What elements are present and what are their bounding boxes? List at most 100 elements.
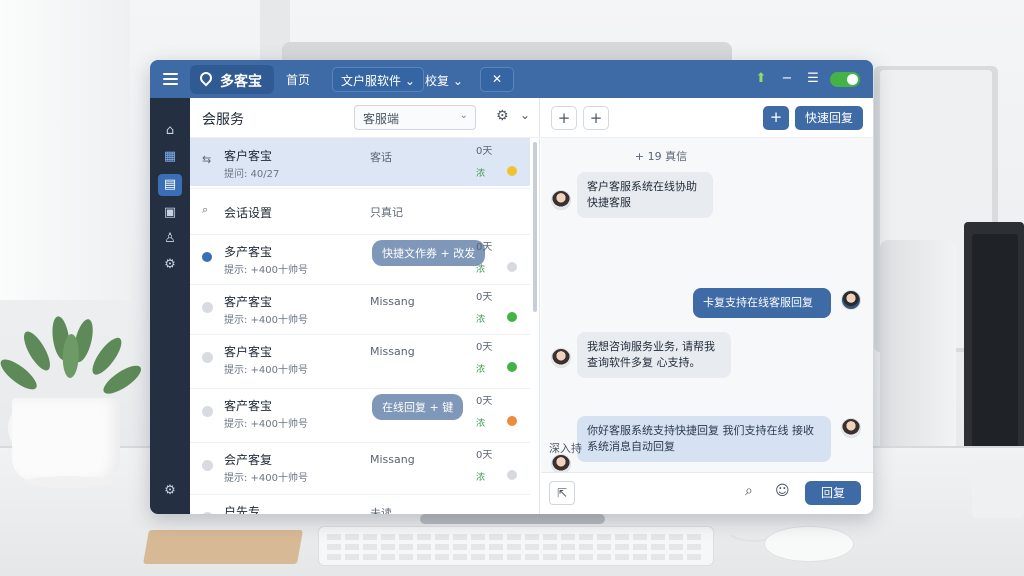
conversation-tag: 浓: [476, 473, 486, 483]
conversation-subtitle: 提示: +400十帅号: [224, 473, 309, 484]
conversation-subtitle: 提示: +400十帅号: [224, 419, 309, 430]
avatar: [841, 290, 861, 310]
gear-icon[interactable]: ⚙: [496, 108, 509, 124]
row-divider: [190, 442, 530, 443]
conversation-preview: Missang: [370, 453, 415, 466]
read-dot-icon: [202, 512, 213, 514]
message-bubble-incoming: 客户客服系统在线协助快捷客服: [577, 172, 713, 218]
plant-leaf: [62, 333, 80, 379]
read-dot-icon: [202, 302, 213, 313]
list-title: 会服务: [202, 112, 244, 128]
reply-button[interactable]: 回复: [805, 481, 861, 505]
conversation-row[interactable]: 客产客宝 提示: +400十帅号 在线回复 + 键 0天浓: [190, 388, 530, 436]
chat-pane: + + + 快速回复 + 19 真信 客户客服系统在线协助快捷客服 卡复支持在线…: [541, 98, 873, 514]
minimize-icon[interactable]: −: [778, 70, 796, 88]
conversation-row[interactable]: ⌕ 会话设置 只真记: [190, 188, 530, 236]
keyboard-row: [327, 544, 705, 550]
filter-dropdown[interactable]: 客服端 ⌄: [354, 105, 476, 130]
conversation-preview-bubble: 在线回复 + 键: [372, 394, 464, 420]
conversation-preview: 只真记: [370, 206, 403, 219]
chat-toolbar: + + + 快速回复: [541, 98, 873, 138]
conversation-name: 客户客宝: [224, 345, 273, 359]
conversation-name: 会话设置: [224, 206, 273, 220]
clipboard-icon[interactable]: ▤: [158, 174, 182, 196]
conversation-name: 户先专: [224, 505, 261, 514]
online-toggle[interactable]: [830, 72, 860, 87]
add-tab-button[interactable]: +: [583, 106, 609, 130]
quick-reply-button[interactable]: 快速回复: [795, 106, 863, 130]
conversation-preview: Missang: [370, 295, 415, 308]
row-divider: [190, 284, 530, 285]
grid-icon[interactable]: ▦: [158, 146, 182, 168]
message-bubble-incoming: 我想咨询服务业务, 请帮我查询软件多复 心支持。: [577, 332, 731, 378]
row-divider: [190, 334, 530, 335]
add-button[interactable]: +: [551, 106, 577, 130]
read-dot-icon: [202, 406, 213, 417]
conversation-subtitle: 提问: 40/27: [224, 169, 280, 180]
status-dot-icon: [507, 312, 517, 322]
avatar: [551, 454, 571, 474]
row-divider: [190, 234, 530, 235]
close-tab-button[interactable]: ✕: [480, 67, 514, 92]
conversation-row[interactable]: 多产客宝 提示: +400十帅号 快捷文作券 + 改发 0天浓: [190, 234, 530, 282]
mouse: [764, 526, 854, 562]
keyboard-row: [327, 534, 705, 540]
filter-value: 客服端: [363, 112, 400, 126]
notebook: [143, 530, 303, 564]
chevron-down-icon[interactable]: ⌄: [520, 108, 530, 122]
status-dot-icon: [507, 262, 517, 272]
search-icon[interactable]: ⌕: [745, 483, 753, 499]
desk-box: [972, 462, 1024, 518]
row-divider: [190, 388, 530, 389]
avatar: [551, 190, 571, 210]
top-bar: 多客宝 首页 文户服软件 ⌄ 校复 ⌄ ✕ ⬆ − ☰: [150, 60, 873, 98]
transfer-icon: ⇆: [202, 153, 212, 166]
conversation-name: 多产客宝: [224, 245, 273, 259]
row-divider: [190, 494, 530, 495]
conversation-subtitle: 提示: +400十帅号: [224, 315, 309, 326]
plant-saucer: [24, 476, 114, 488]
user-icon[interactable]: ♙: [158, 228, 182, 250]
plugin-icon[interactable]: ⬆: [752, 70, 770, 88]
brand-logo[interactable]: 多客宝: [190, 65, 274, 94]
bottom-settings-icon[interactable]: ⚙: [158, 480, 182, 502]
sidebar: ⌂ ▦ ▤ ▣ ♙ ⚙ ⚙: [150, 98, 190, 514]
conversation-time: 0天: [476, 292, 493, 303]
conversation-subtitle: 提示: +400十帅号: [224, 365, 309, 376]
emoji-icon[interactable]: ☺: [775, 483, 790, 499]
message-bubble-outgoing: 卡复支持在线客服回复: [693, 288, 831, 318]
nav-account-dropdown[interactable]: 校复 ⌄: [416, 67, 472, 92]
new-chat-button[interactable]: +: [763, 106, 789, 130]
keyboard: [318, 526, 714, 566]
nav-tools-dropdown[interactable]: 文户服软件 ⌄: [332, 67, 424, 92]
plant-pot: [12, 398, 120, 482]
search-icon: ⌕: [202, 203, 209, 216]
conversation-time: 0天: [476, 146, 493, 157]
conversation-row[interactable]: 客产客宝提示: +400十帅号 Missang 0天浓: [190, 284, 530, 332]
conversation-tag: 浓: [476, 315, 486, 325]
input-hint[interactable]: 深入持: [549, 440, 582, 456]
conversation-row[interactable]: 客户客宝 提示: +400十帅号 Missang 0天浓: [190, 334, 530, 382]
avatar: [551, 348, 571, 368]
conversation-row[interactable]: ⇆ 客户客宝 提问: 40/27 客话 0天浓: [190, 138, 530, 186]
conversation-name: 客产客宝: [224, 295, 273, 309]
monitor-icon[interactable]: ▣: [158, 202, 182, 224]
conversation-time: 0天: [476, 242, 493, 253]
list-scrollbar[interactable]: [533, 142, 537, 312]
plant-leaf: [19, 327, 55, 374]
conversation-row[interactable]: 会产客复 提示: +400十帅号 Missang 0天浓: [190, 442, 530, 490]
keyboard-row: [327, 554, 705, 560]
attachment-icon[interactable]: ⇱: [549, 481, 575, 505]
list-icon[interactable]: ☰: [804, 70, 822, 88]
chat-meta: + 19 真信: [634, 150, 688, 163]
conversation-time: 0天: [476, 450, 493, 461]
settings-icon[interactable]: ⚙: [158, 254, 182, 276]
nav-home[interactable]: 首页: [286, 71, 310, 88]
conversation-row[interactable]: 户先专 未读: [190, 494, 530, 514]
app-window: 多客宝 首页 文户服软件 ⌄ 校复 ⌄ ✕ ⬆ − ☰ ⌂ ▦ ▤ ▣ ♙ ⚙ …: [150, 60, 873, 514]
chat-footer: ⇱ ⌕ ☺ 回复: [541, 472, 873, 514]
chevron-down-icon: ⌄: [459, 110, 468, 121]
conversation-tag: 浓: [476, 265, 486, 275]
home-icon[interactable]: ⌂: [158, 120, 182, 142]
hamburger-menu-icon[interactable]: [160, 69, 182, 89]
